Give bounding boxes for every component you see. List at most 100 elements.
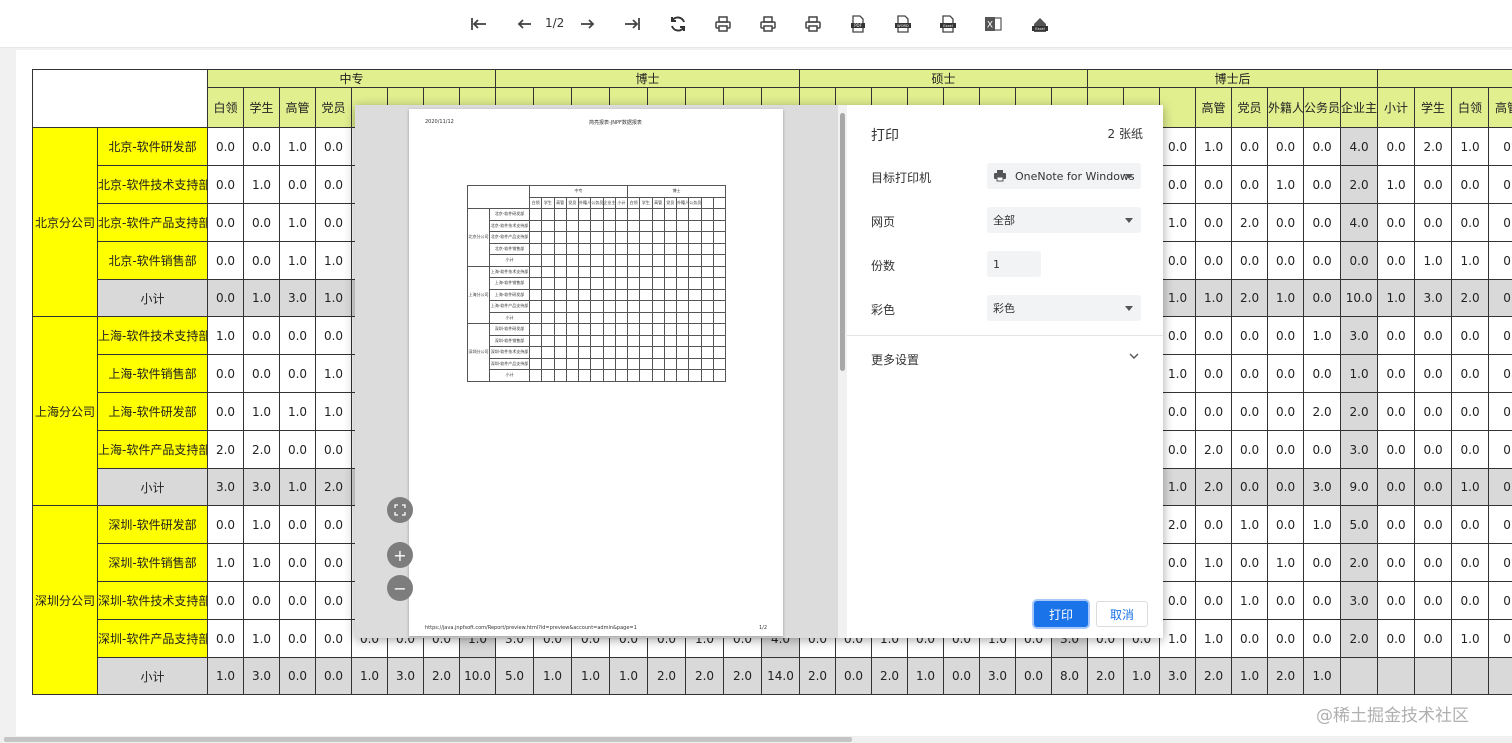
value-cell: 2.0 <box>723 657 763 695</box>
mini-cell <box>700 208 714 221</box>
value-cell: 0 <box>1488 127 1512 166</box>
mini-corner <box>467 185 530 209</box>
mini-cell <box>614 265 629 278</box>
printer-select[interactable]: OneNote for Windows <box>987 163 1141 189</box>
preview-scrollbar[interactable] <box>838 105 847 638</box>
mini-cell <box>700 277 714 290</box>
mini-cell <box>602 369 616 382</box>
value-cell: 2.0 <box>1159 505 1197 544</box>
zoom-in-button[interactable]: + <box>387 542 413 568</box>
value-cell: 2.0 <box>207 430 244 469</box>
pdf-export-icon[interactable]: PDF <box>847 10 869 38</box>
mini-cell <box>651 346 665 359</box>
fit-page-button[interactable] <box>387 497 413 523</box>
mini-cell <box>602 219 616 232</box>
value-cell: 0.0 <box>835 657 873 695</box>
department-cell: 上海-软件产品支持部 <box>97 430 208 469</box>
next-page-icon[interactable] <box>576 10 598 38</box>
mini-cell <box>553 300 567 313</box>
mini-cell <box>590 334 604 347</box>
svg-text:PDF: PDF <box>854 23 862 28</box>
value-cell: 3.0 <box>279 279 316 317</box>
value-cell: 3.0 <box>1340 581 1379 620</box>
value-cell: 0.0 <box>1159 392 1197 431</box>
print-dialog: 2020/11/12 简亮报表-JNPF数据报表 中专 博士 白领 学生 高管 党员 外籍人… <box>355 105 1163 638</box>
value-cell: 0.0 <box>279 430 316 469</box>
subheader-cell: 企业主 <box>1340 87 1379 128</box>
word-export-icon[interactable]: WORD <box>892 10 914 38</box>
value-cell: 0.0 <box>1303 430 1342 469</box>
value-cell: 0.0 <box>207 241 244 280</box>
value-cell: 0.0 <box>1231 127 1269 166</box>
mini-cell <box>639 242 653 255</box>
mini-cell <box>639 311 653 324</box>
department-cell: 北京-软件销售部 <box>97 241 208 280</box>
mini-cell <box>688 277 702 290</box>
mini-cell <box>688 265 702 278</box>
value-cell: 1.0 <box>315 279 352 317</box>
mini-cell <box>590 254 604 267</box>
more-settings-label: 更多设置 <box>871 353 920 367</box>
excel-x-icon[interactable]: X <box>982 10 1004 38</box>
print-icon[interactable] <box>712 10 734 38</box>
chevron-down-icon <box>1125 306 1133 311</box>
cancel-button[interactable]: 取消 <box>1096 601 1148 627</box>
value-cell: 1.0 <box>207 543 244 582</box>
preview-scroll-thumb[interactable] <box>840 113 845 371</box>
value-cell: 0.0 <box>1195 392 1233 431</box>
prev-page-icon[interactable] <box>514 10 536 38</box>
mini-cell <box>712 277 727 290</box>
mini-cell <box>651 219 665 232</box>
mini-cell <box>700 357 714 370</box>
mini-cell <box>639 219 653 232</box>
value-cell: 0.0 <box>1377 505 1416 544</box>
mini-cell <box>712 254 727 267</box>
zoom-out-button[interactable]: − <box>387 575 413 601</box>
value-cell: 0.0 <box>1451 203 1490 242</box>
mini-cell <box>712 357 727 370</box>
mini-cell <box>675 369 690 382</box>
mini-cell <box>577 311 592 324</box>
first-page-icon[interactable] <box>468 10 490 38</box>
value-cell: 3.0 <box>1340 316 1379 355</box>
refresh-icon[interactable] <box>666 10 690 38</box>
value-cell: 1.0 <box>571 657 611 695</box>
pages-select[interactable]: 全部 <box>987 207 1141 233</box>
last-page-icon[interactable] <box>621 10 643 38</box>
mini-cell <box>565 288 580 301</box>
mini-cell <box>565 231 580 244</box>
copies-input[interactable]: 1 <box>987 251 1041 277</box>
mini-subheader: 白领 <box>528 196 543 209</box>
value-cell: 0.0 <box>1267 354 1305 393</box>
value-cell: 0.0 <box>1267 316 1305 355</box>
horizontal-scrollbar[interactable] <box>0 736 1512 743</box>
mini-cell <box>541 346 555 359</box>
more-settings-toggle[interactable]: 更多设置 <box>847 341 1163 371</box>
mini-cell <box>528 265 543 278</box>
subheader-cell: 白领 <box>1451 87 1490 128</box>
color-select[interactable]: 彩色 <box>987 295 1141 321</box>
print-icon-3[interactable] <box>802 10 824 38</box>
mini-subheader <box>712 196 727 209</box>
value-cell: 2.0 <box>1195 657 1233 695</box>
excel-export-icon[interactable]: Excel <box>937 10 959 38</box>
mini-cell <box>639 346 653 359</box>
print-icon-2[interactable] <box>757 10 779 38</box>
svg-text:Excel: Excel <box>1035 27 1045 31</box>
subheader-cell: 高管 <box>1488 87 1512 128</box>
mini-dept: 深圳-软件销售部 <box>489 334 530 347</box>
watermark: @稀土掘金技术社区 <box>1316 706 1469 726</box>
mini-dept: 小计 <box>489 311 530 324</box>
subheader-cell: 白领 <box>207 87 244 128</box>
excel-export-icon-2[interactable]: Excel <box>1028 10 1052 38</box>
divider <box>847 335 1163 336</box>
value-cell: 2.0 <box>1414 127 1453 166</box>
mini-cell <box>651 208 665 221</box>
value-cell: 0.0 <box>1414 619 1453 658</box>
value-cell: 1.0 <box>1231 657 1269 695</box>
mini-cell <box>663 277 678 290</box>
value-cell: 8.0 <box>1051 657 1089 695</box>
print-button[interactable]: 打印 <box>1034 601 1088 627</box>
scroll-thumb[interactable] <box>4 737 852 742</box>
value-cell: 2.0 <box>1340 392 1379 431</box>
